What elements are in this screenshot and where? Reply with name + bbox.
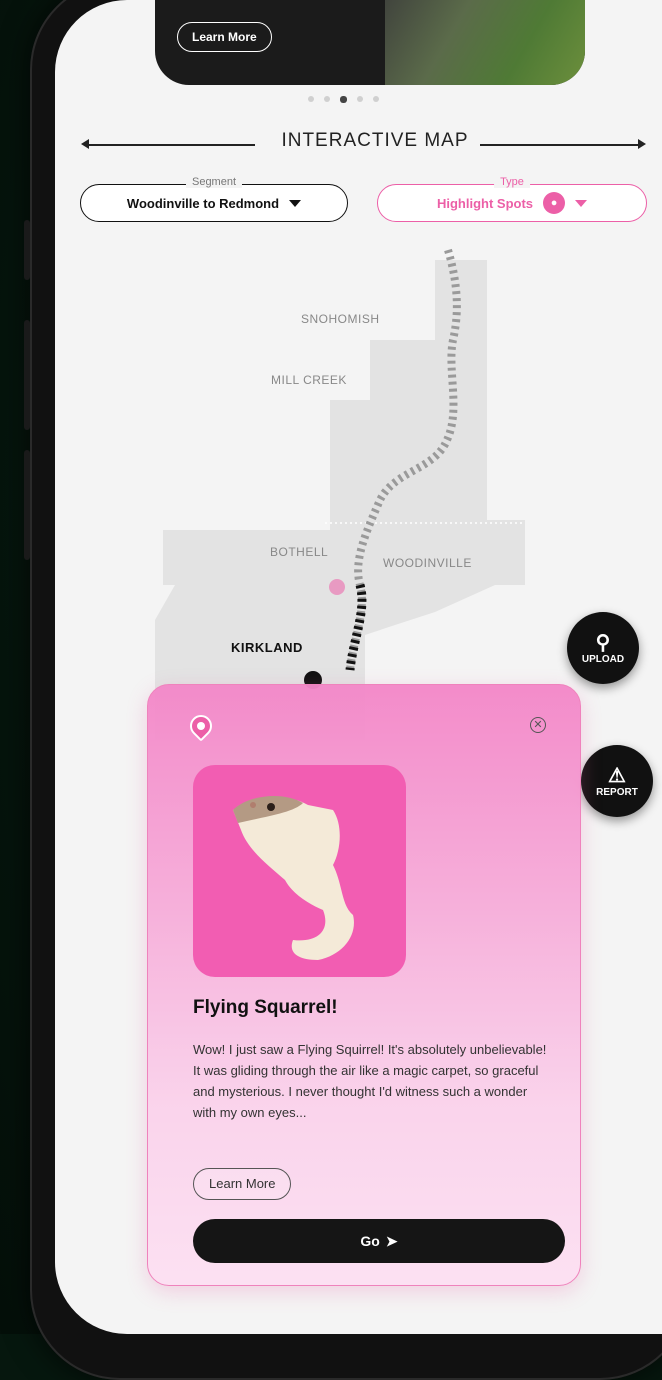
segment-select[interactable]: Segment Woodinville to Redmond <box>80 176 348 222</box>
upload-label: UPLOAD <box>581 653 625 665</box>
caret-down-icon <box>289 199 302 207</box>
report-button[interactable]: ⚠ REPORT <box>581 745 653 817</box>
go-button[interactable]: Go ➤ <box>193 1219 565 1263</box>
card-title: Flying Squarrel! <box>193 997 338 1018</box>
carousel-dots <box>308 96 379 103</box>
hero-banner: Learn More <box>155 0 585 85</box>
map-pin-icon <box>185 710 217 742</box>
map-pin-icon: ● <box>543 192 566 214</box>
flying-squirrel-image <box>233 795 354 960</box>
county-map-shape <box>155 260 525 740</box>
card-learn-more-button[interactable]: Learn More <box>193 1168 292 1200</box>
go-label: Go <box>360 1233 380 1249</box>
segment-legend: Segment <box>185 176 243 188</box>
caret-down-icon <box>575 199 588 207</box>
card-description: Wow! I just saw a Flying Squirrel! It's … <box>193 1042 547 1120</box>
squirrel-photo <box>193 765 406 977</box>
segment-value: Woodinville to Redmond <box>126 195 280 211</box>
phone-side-button <box>24 450 30 560</box>
clipboard-warning-icon: ⚠ <box>608 764 626 787</box>
title-arrow-right <box>638 139 646 149</box>
carousel-dot[interactable] <box>373 96 379 102</box>
section-title: INTERACTIVE MAP <box>281 130 469 151</box>
title-rule-right <box>480 144 640 146</box>
report-label: REPORT <box>596 786 638 798</box>
close-icon[interactable]: ✕ <box>530 717 546 733</box>
carousel-dot-active[interactable] <box>340 96 347 103</box>
map-label-kirkland: KIRKLAND <box>231 640 303 655</box>
type-select[interactable]: Type Highlight Spots ● <box>377 176 647 222</box>
map-label-mill-creek: MILL CREEK <box>271 373 347 387</box>
map-label-snohomish: SNOHOMISH <box>301 312 380 326</box>
highlight-spot-marker[interactable] <box>329 579 345 595</box>
highlight-spot-card: ✕ Flying Squarrel! Wow! I just saw a Fly… <box>147 684 581 1286</box>
type-value: Highlight Spots <box>436 195 534 211</box>
carousel-dot[interactable] <box>324 96 330 102</box>
phone-screen: Learn More INTERACTIVE MAP Segment Woodi… <box>55 0 662 1334</box>
carousel-dot[interactable] <box>308 96 314 102</box>
send-arrow-icon: ➤ <box>385 1232 398 1249</box>
map-pin-upload-icon: ⚲ <box>595 631 611 654</box>
phone-side-button <box>24 220 30 280</box>
phone-side-button <box>24 320 30 430</box>
upload-button[interactable]: ⚲ UPLOAD <box>567 612 639 684</box>
banner-photo <box>385 0 585 85</box>
map-label-bothell: BOTHELL <box>270 545 329 559</box>
carousel-dot[interactable] <box>357 96 363 102</box>
map-label-woodinville: WOODINVILLE <box>383 556 472 570</box>
banner-learn-more-button[interactable]: Learn More <box>177 22 272 52</box>
type-legend: Type <box>494 176 530 188</box>
